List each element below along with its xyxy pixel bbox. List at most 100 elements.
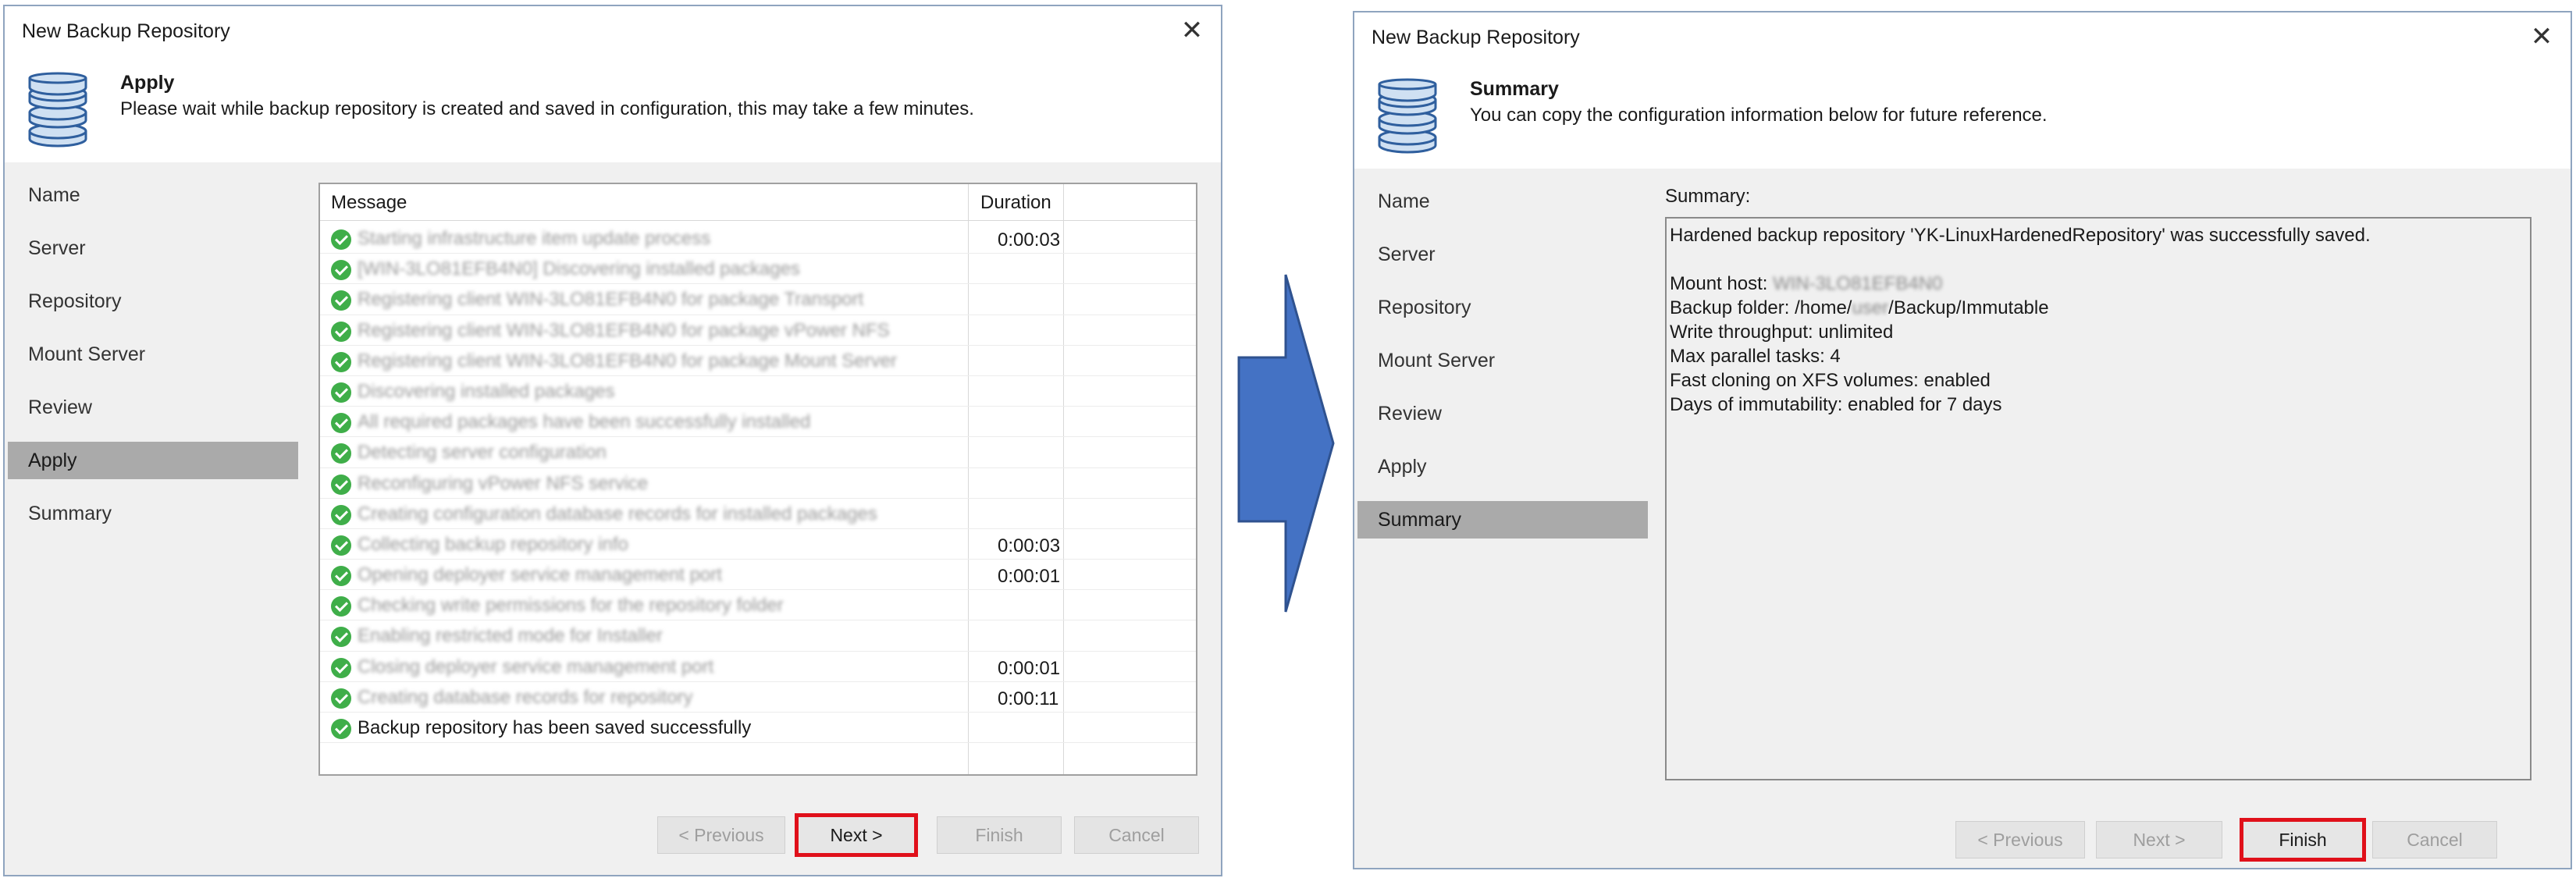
- table-row[interactable]: All required packages have been successf…: [320, 407, 1196, 438]
- close-icon[interactable]: ✕: [2525, 20, 2558, 53]
- check-circle-icon: [331, 260, 351, 281]
- table-row[interactable]: Reconfiguring vPower NFS service: [320, 468, 1196, 499]
- step-mount-server[interactable]: Mount Server: [8, 336, 298, 373]
- check-circle-icon: [331, 627, 351, 648]
- row-message: Opening deployer service management port: [358, 564, 722, 586]
- dialog-apply: New Backup Repository ✕ Apply Please wai…: [3, 5, 1222, 876]
- row-message: Creating configuration database records …: [358, 503, 877, 524]
- table-row[interactable]: Collecting backup repository info 0:00:03: [320, 529, 1196, 560]
- step-mount-server[interactable]: Mount Server: [1357, 342, 1648, 379]
- table-row[interactable]: Checking write permissions for the repos…: [320, 590, 1196, 621]
- row-message: Checking write permissions for the repos…: [358, 595, 784, 617]
- row-message: Enabling restricted mode for Installer: [358, 625, 663, 647]
- column-header-duration[interactable]: Duration: [980, 192, 1051, 214]
- row-message: Discovering installed packages: [358, 380, 615, 402]
- finish-button[interactable]: Finish: [937, 816, 1062, 854]
- table-row[interactable]: Backup repository has been saved success…: [320, 713, 1196, 744]
- step-description: You can copy the configuration informati…: [1470, 105, 2048, 126]
- table-row[interactable]: Discovering installed packages: [320, 376, 1196, 407]
- step-description: Please wait while backup repository is c…: [120, 98, 974, 119]
- step-title: Summary: [1470, 78, 1559, 100]
- wizard-steps: Name Server Repository Mount Server Revi…: [5, 162, 298, 875]
- cancel-button[interactable]: Cancel: [2372, 821, 2497, 858]
- summary-backup-folder: Backup folder: /home/user/Backup/Immutab…: [1670, 296, 2527, 320]
- table-row[interactable]: Detecting server configuration: [320, 437, 1196, 468]
- check-circle-icon: [331, 566, 351, 587]
- check-circle-icon: [331, 657, 351, 678]
- table-row[interactable]: Closing deployer service management port…: [320, 652, 1196, 682]
- row-duration: 0:00:11: [998, 688, 1059, 709]
- check-circle-icon: [331, 535, 351, 556]
- row-duration: 0:00:03: [998, 229, 1061, 251]
- check-circle-icon: [331, 229, 351, 250]
- database-icon: [28, 72, 87, 148]
- summary-mount-host: Mount host: WIN-3LO81EFB4N0: [1670, 272, 2527, 296]
- content-area: Summary: Hardened backup repository 'YK-…: [1648, 169, 2571, 868]
- row-message: Collecting backup repository info: [358, 533, 628, 555]
- column-header-message[interactable]: Message: [331, 192, 407, 214]
- step-apply[interactable]: Apply: [1357, 448, 1648, 485]
- step-repository[interactable]: Repository: [8, 283, 298, 320]
- titlebar: New Backup Repository ✕: [5, 6, 1221, 56]
- mount-host-label: Mount host:: [1670, 273, 1768, 294]
- row-message: All required packages have been successf…: [358, 411, 811, 433]
- table-row[interactable]: Registering client WIN-3LO81EFB4N0 for p…: [320, 346, 1196, 376]
- row-message: Registering client WIN-3LO81EFB4N0 for p…: [358, 319, 890, 341]
- check-circle-icon: [331, 688, 351, 709]
- check-circle-icon: [331, 351, 351, 372]
- content-area: Message Duration Starting infrastructure…: [298, 162, 1221, 875]
- wizard-header: Apply Please wait while backup repositor…: [5, 56, 1221, 162]
- previous-button[interactable]: < Previous: [1955, 821, 2085, 858]
- wizard-steps: Name Server Repository Mount Server Revi…: [1354, 169, 1648, 868]
- cancel-button[interactable]: Cancel: [1074, 816, 1199, 854]
- table-row[interactable]: Creating database records for repository…: [320, 682, 1196, 713]
- row-message: [WIN-3LO81EFB4N0] Discovering installed …: [358, 258, 800, 280]
- table-row[interactable]: Creating configuration database records …: [320, 499, 1196, 529]
- check-circle-icon: [331, 596, 351, 617]
- step-name[interactable]: Name: [1357, 183, 1648, 220]
- row-message: Registering client WIN-3LO81EFB4N0 for p…: [358, 350, 897, 371]
- check-circle-icon: [331, 382, 351, 403]
- step-summary[interactable]: Summary: [8, 495, 298, 532]
- table-row[interactable]: Registering client WIN-3LO81EFB4N0 for p…: [320, 315, 1196, 346]
- table-header: Message Duration: [320, 184, 1196, 221]
- window-title: New Backup Repository: [1372, 27, 1580, 48]
- dialog-summary: New Backup Repository ✕ Summary You can …: [1353, 11, 2572, 869]
- table-row[interactable]: Starting infrastructure item update proc…: [320, 223, 1196, 254]
- summary-textbox[interactable]: Hardened backup repository 'YK-LinuxHard…: [1665, 217, 2532, 780]
- wizard-header: Summary You can copy the configuration i…: [1354, 62, 2571, 169]
- step-review[interactable]: Review: [8, 389, 298, 426]
- table-row[interactable]: Opening deployer service management port…: [320, 560, 1196, 591]
- check-circle-icon: [331, 413, 351, 434]
- table-row[interactable]: Registering client WIN-3LO81EFB4N0 for p…: [320, 284, 1196, 315]
- step-apply[interactable]: Apply: [8, 442, 298, 479]
- highlight-box: [795, 813, 918, 857]
- step-server[interactable]: Server: [1357, 236, 1648, 273]
- mount-host-value: WIN-3LO81EFB4N0: [1773, 273, 1943, 294]
- next-button[interactable]: Next >: [2096, 821, 2222, 858]
- backup-folder-prefix: Backup folder: /home/: [1670, 297, 1852, 318]
- summary-immutability: Days of immutability: enabled for 7 days: [1670, 394, 2002, 415]
- step-title: Apply: [120, 72, 175, 94]
- step-repository[interactable]: Repository: [1357, 289, 1648, 326]
- row-message: Registering client WIN-3LO81EFB4N0 for p…: [358, 289, 864, 311]
- check-circle-icon: [331, 474, 351, 495]
- table-row[interactable]: Enabling restricted mode for Installer: [320, 620, 1196, 652]
- row-message: Closing deployer service management port: [358, 656, 714, 677]
- close-icon[interactable]: ✕: [1176, 14, 1208, 47]
- highlight-box: [2240, 818, 2366, 862]
- row-message: Starting infrastructure item update proc…: [358, 228, 711, 249]
- row-message: Reconfiguring vPower NFS service: [358, 472, 649, 494]
- check-circle-icon: [331, 443, 351, 464]
- titlebar: New Backup Repository ✕: [1354, 12, 2571, 62]
- step-name[interactable]: Name: [8, 176, 298, 214]
- backup-folder-suffix: /Backup/Immutable: [1888, 297, 2049, 318]
- step-server[interactable]: Server: [8, 229, 298, 267]
- step-summary[interactable]: Summary: [1357, 501, 1648, 539]
- step-review[interactable]: Review: [1357, 395, 1648, 432]
- summary-max-parallel: Max parallel tasks: 4: [1670, 346, 1841, 367]
- previous-button[interactable]: < Previous: [657, 816, 785, 854]
- table-row[interactable]: [WIN-3LO81EFB4N0] Discovering installed …: [320, 254, 1196, 285]
- backup-folder-user: user: [1852, 297, 1889, 318]
- right-arrow-icon: [1237, 274, 1335, 613]
